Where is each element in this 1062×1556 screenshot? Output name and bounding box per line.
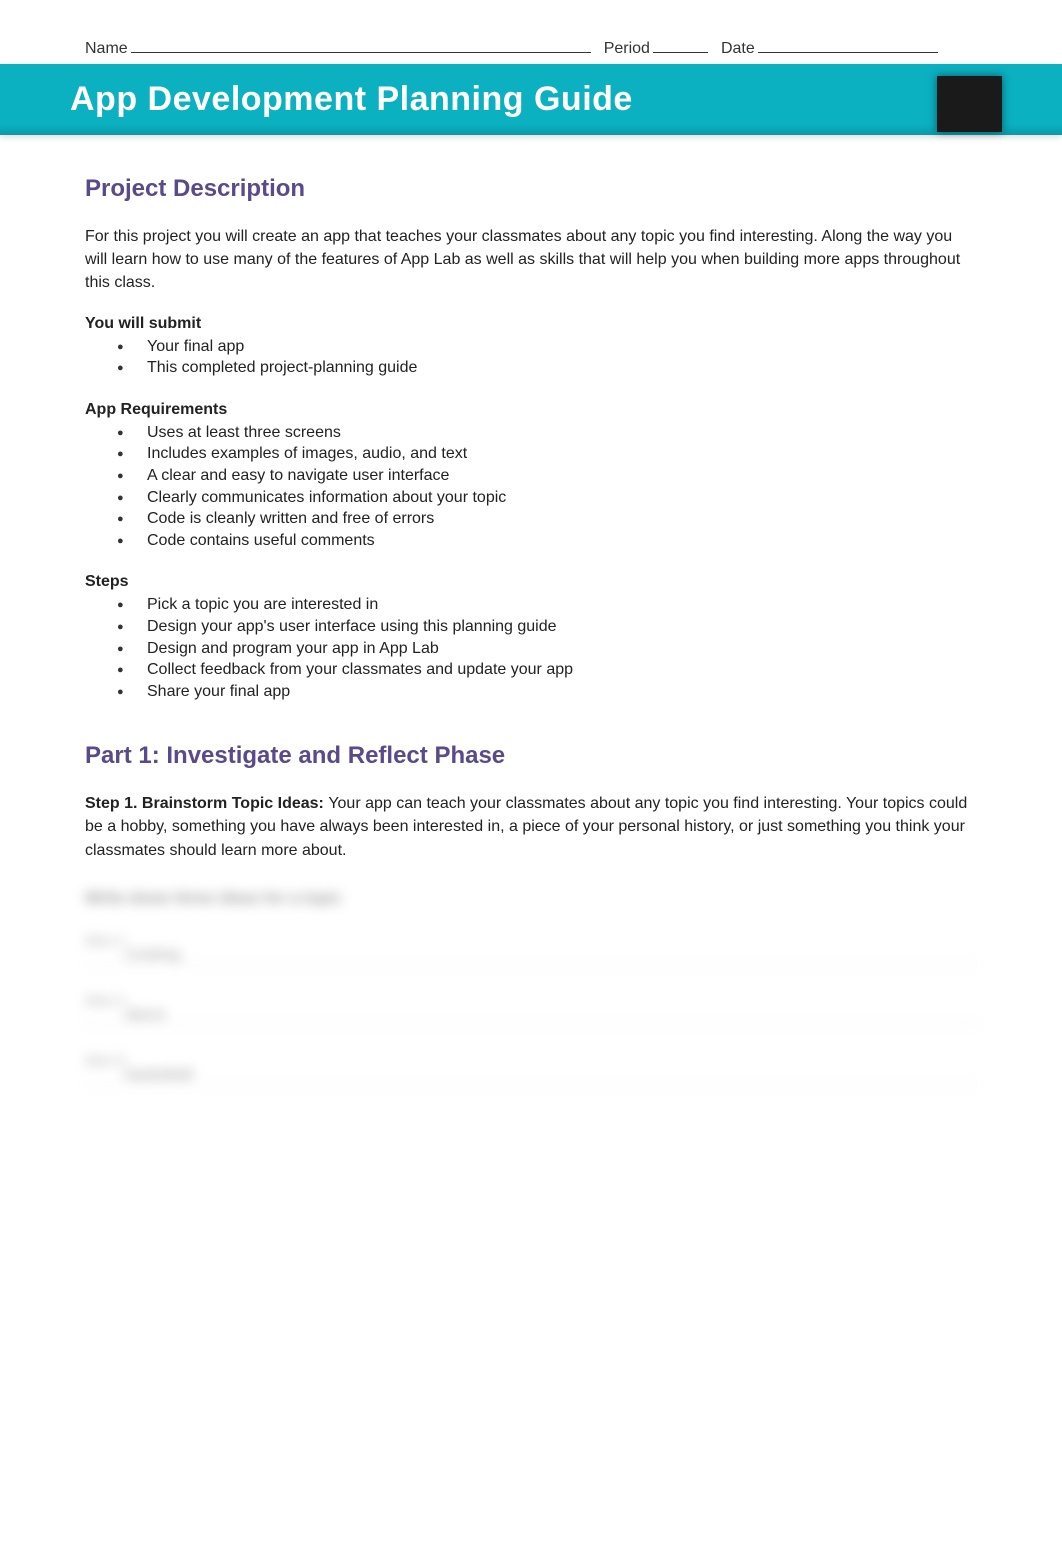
idea3-value: basketball xyxy=(85,1066,193,1083)
submit-list: Your final app This completed project-pl… xyxy=(85,336,977,379)
blurred-preview: Write down three ideas for a topic Idea … xyxy=(85,890,977,1084)
steps-heading: Steps xyxy=(85,573,977,591)
name-label: Name xyxy=(85,40,128,58)
idea3-label: Idea 3: xyxy=(85,1052,977,1068)
project-description-heading: Project Description xyxy=(85,175,977,203)
list-item: A clear and easy to navigate user interf… xyxy=(85,465,977,487)
part1-heading: Part 1: Investigate and Reflect Phase xyxy=(85,742,977,770)
title-banner: App Development Planning Guide xyxy=(0,64,1062,135)
name-blank-line xyxy=(131,52,591,53)
idea2-line: dance xyxy=(85,1008,977,1024)
requirements-list: Uses at least three screens Includes exa… xyxy=(85,422,977,552)
step1-label: Step 1. Brainstorm Topic Ideas: xyxy=(85,795,328,812)
list-item: Your final app xyxy=(85,336,977,358)
list-item: Clearly communicates information about y… xyxy=(85,487,977,509)
ideas-heading: Write down three ideas for a topic xyxy=(85,890,977,908)
period-blank-line xyxy=(653,52,708,53)
list-item: Collect feedback from your classmates an… xyxy=(85,659,977,681)
list-item: Code is cleanly written and free of erro… xyxy=(85,508,977,530)
idea1-line: Cooking xyxy=(85,948,977,964)
list-item: Share your final app xyxy=(85,681,977,703)
list-item: Code contains useful comments xyxy=(85,530,977,552)
list-item: Design your app's user interface using t… xyxy=(85,616,977,638)
date-blank-line xyxy=(758,52,938,53)
list-item: Pick a topic you are interested in xyxy=(85,594,977,616)
app-icon xyxy=(937,76,1002,132)
list-item: Design and program your app in App Lab xyxy=(85,638,977,660)
idea3-line: basketball xyxy=(85,1068,977,1084)
submit-heading: You will submit xyxy=(85,315,977,333)
idea2-label: Idea 2: xyxy=(85,992,977,1008)
list-item: This completed project-planning guide xyxy=(85,357,977,379)
idea2-value: dance xyxy=(85,1006,166,1023)
document-title: App Development Planning Guide xyxy=(70,80,992,119)
idea-block-3: Idea 3: basketball xyxy=(85,1052,977,1084)
date-label: Date xyxy=(721,40,755,58)
step1-paragraph: Step 1. Brainstorm Topic Ideas: Your app… xyxy=(85,792,977,862)
content-area: Project Description For this project you… xyxy=(0,135,1062,1084)
intro-paragraph: For this project you will create an app … xyxy=(85,225,977,295)
steps-list: Pick a topic you are interested in Desig… xyxy=(85,594,977,702)
idea1-value: Cooking xyxy=(85,946,180,963)
period-label: Period xyxy=(604,40,650,58)
requirements-heading: App Requirements xyxy=(85,401,977,419)
list-item: Includes examples of images, audio, and … xyxy=(85,443,977,465)
idea-block-1: Idea 1: Cooking xyxy=(85,932,977,964)
document-page: Name Period Date App Development Plannin… xyxy=(0,0,1062,1556)
list-item: Uses at least three screens xyxy=(85,422,977,444)
idea-block-2: Idea 2: dance xyxy=(85,992,977,1024)
idea1-label: Idea 1: xyxy=(85,932,977,948)
header-fields-row: Name Period Date xyxy=(0,0,1062,58)
